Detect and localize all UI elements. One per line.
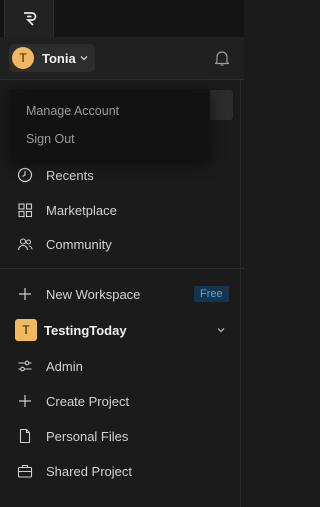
app-logo-tab[interactable] [4, 0, 54, 37]
chevron-down-icon[interactable] [217, 327, 225, 333]
sidebar-item-admin[interactable]: Admin [0, 349, 244, 383]
plus-icon [17, 393, 33, 409]
sidebar-item-label: Personal Files [46, 428, 129, 444]
workspace-avatar: T [15, 319, 37, 341]
sidebar-item-create-project[interactable]: Create Project [0, 384, 244, 418]
user-avatar: T [12, 47, 34, 69]
free-badge: Free [194, 286, 229, 302]
menu-item-label: Manage Account [26, 104, 120, 118]
sidebar-item-personal-files[interactable]: Personal Files [0, 419, 244, 453]
top-bar: T Tonia [0, 37, 244, 80]
chevron-down-icon [80, 55, 88, 61]
sliders-icon [17, 358, 33, 374]
sign-out-item[interactable]: Sign Out [10, 125, 210, 153]
menu-item-label: Sign Out [26, 132, 75, 146]
sidebar-item-community[interactable]: Community [0, 227, 244, 261]
sidebar-item-label: Create Project [46, 393, 130, 409]
workspace-selector[interactable]: T TestingToday [0, 313, 244, 347]
sidebar-item-shared-project[interactable]: Shared Project [0, 454, 244, 488]
clock-icon [17, 167, 33, 183]
sidebar-item-label: Recents [46, 167, 94, 183]
sidebar-item-marketplace[interactable]: Marketplace [0, 193, 244, 227]
r-logo-icon [24, 11, 37, 26]
plus-icon [17, 286, 33, 302]
user-menu-button[interactable]: T Tonia [9, 44, 95, 72]
account-dropdown: Manage Account Sign Out [10, 89, 210, 160]
users-icon [17, 236, 33, 252]
bell-icon[interactable] [213, 49, 231, 67]
user-name: Tonia [42, 50, 76, 66]
sidebar-item-label: Admin [46, 358, 83, 374]
new-workspace-button[interactable]: New Workspace Free [0, 277, 244, 311]
sidebar-item-label: Shared Project [46, 463, 132, 479]
tab-bar [0, 0, 244, 37]
new-workspace-label: New Workspace [46, 286, 141, 302]
sidebar-border [240, 80, 241, 507]
sidebar-item-recents[interactable]: Recents [0, 158, 244, 192]
sidebar-divider [0, 268, 244, 269]
file-icon [17, 428, 33, 444]
manage-account-item[interactable]: Manage Account [10, 97, 210, 125]
briefcase-icon [17, 463, 33, 479]
workspace-name: TestingToday [44, 322, 127, 338]
sidebar-item-label: Community [46, 236, 112, 252]
sidebar-item-label: Marketplace [46, 202, 117, 218]
grid-icon [17, 202, 33, 218]
